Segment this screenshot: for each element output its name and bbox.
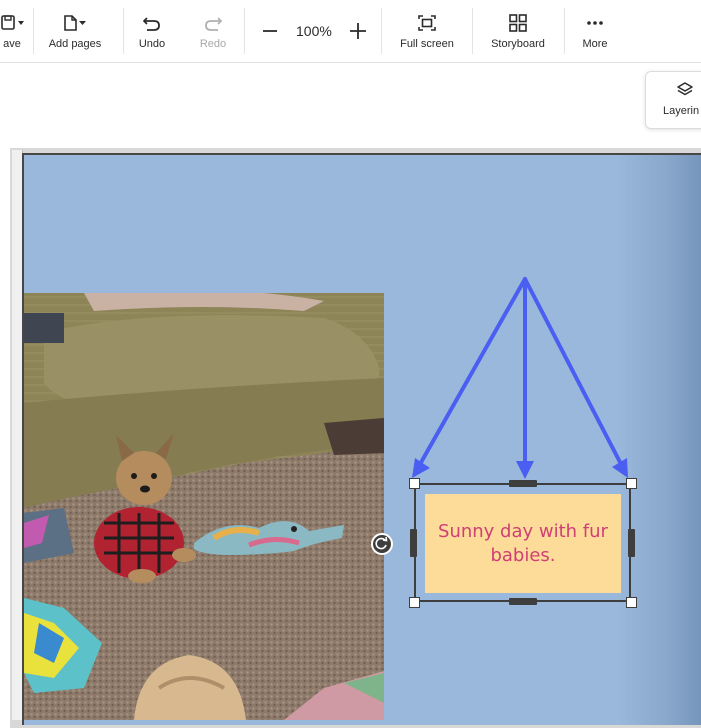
undo-button[interactable]: Undo <box>131 0 173 62</box>
divider <box>123 8 124 54</box>
add-pages-label: Add pages <box>48 38 102 50</box>
more-label: More <box>582 38 608 50</box>
resize-handle-top-right[interactable] <box>626 478 637 489</box>
divider <box>381 8 382 54</box>
divider <box>564 8 565 54</box>
more-button[interactable]: More <box>575 0 615 62</box>
resize-handle-bottom[interactable] <box>509 598 537 605</box>
full-screen-label: Full screen <box>400 38 454 50</box>
redo-label: Redo <box>199 38 227 50</box>
dog-photo[interactable] <box>24 293 384 720</box>
zoom-control: 100% <box>258 0 370 62</box>
layering-button[interactable]: Layerin <box>645 71 701 129</box>
divider <box>472 8 473 54</box>
resize-handle-left[interactable] <box>410 529 417 557</box>
zoom-in-icon[interactable] <box>346 19 370 43</box>
resize-handle-right[interactable] <box>628 529 635 557</box>
selection-frame <box>414 483 631 602</box>
divider <box>33 8 34 54</box>
add-page-icon <box>60 12 90 34</box>
full-screen-button[interactable]: Full screen <box>393 0 461 62</box>
resize-handle-top-left[interactable] <box>409 478 420 489</box>
divider <box>244 8 245 54</box>
zoom-value[interactable]: 100% <box>296 23 332 39</box>
full-screen-icon <box>417 12 437 34</box>
storyboard-label: Storyboard <box>491 38 545 50</box>
add-pages-button[interactable]: Add pages <box>44 0 106 62</box>
storyboard-button[interactable]: Storyboard <box>485 0 551 62</box>
redo-button[interactable]: Redo <box>192 0 234 62</box>
redo-icon <box>202 12 224 34</box>
undo-label: Undo <box>138 38 166 50</box>
save-label: ave <box>3 38 21 50</box>
undo-icon <box>141 12 163 34</box>
resize-handle-top[interactable] <box>509 480 537 487</box>
save-button[interactable]: ave <box>0 0 32 62</box>
save-icon <box>0 12 25 34</box>
layering-label: Layerin <box>663 105 700 117</box>
resize-handle-bottom-left[interactable] <box>409 597 420 608</box>
storyboard-icon <box>508 12 528 34</box>
more-icon <box>585 12 605 34</box>
toolbar: ave Add pages Undo Redo 100% Full screen… <box>0 0 701 63</box>
layering-icon <box>676 81 694 104</box>
resize-handle-bottom-right[interactable] <box>626 597 637 608</box>
zoom-out-icon[interactable] <box>258 19 282 43</box>
rotate-icon[interactable] <box>371 533 393 555</box>
